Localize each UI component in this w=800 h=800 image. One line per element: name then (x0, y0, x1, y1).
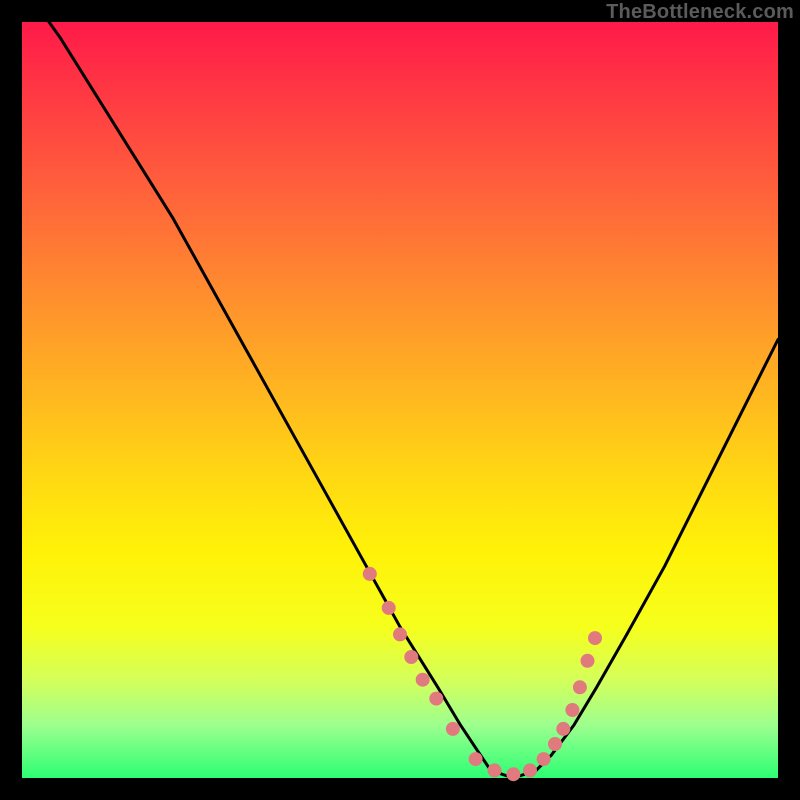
highlight-dot (404, 650, 418, 664)
highlight-dot (573, 680, 587, 694)
highlight-dot (537, 752, 551, 766)
chart-svg (22, 22, 778, 778)
bottleneck-curve (22, 0, 778, 778)
highlight-dots (363, 567, 602, 781)
chart-frame: TheBottleneck.com (0, 0, 800, 800)
highlight-dot (393, 627, 407, 641)
highlight-dot (429, 692, 443, 706)
plot-area (22, 22, 778, 778)
highlight-dot (565, 703, 579, 717)
highlight-dot (588, 631, 602, 645)
highlight-dot (488, 763, 502, 777)
highlight-dot (581, 654, 595, 668)
highlight-dot (523, 763, 537, 777)
watermark-text: TheBottleneck.com (606, 1, 794, 24)
highlight-dot (363, 567, 377, 581)
highlight-dot (548, 737, 562, 751)
highlight-dot (416, 673, 430, 687)
highlight-dot (556, 722, 570, 736)
highlight-dot (382, 601, 396, 615)
highlight-dot (446, 722, 460, 736)
highlight-dot (506, 767, 520, 781)
highlight-dot (469, 752, 483, 766)
